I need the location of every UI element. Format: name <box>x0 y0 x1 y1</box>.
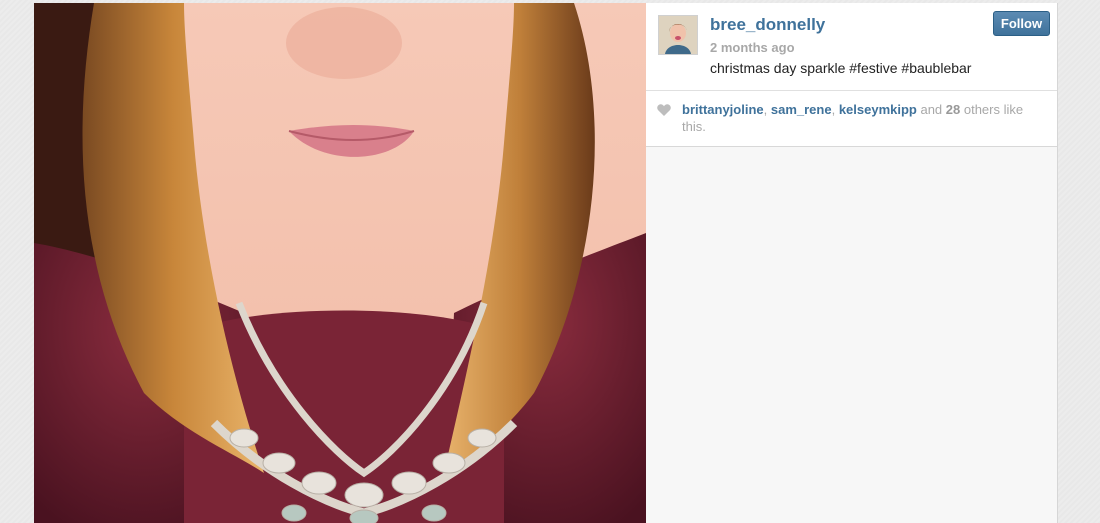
username-link[interactable]: bree_donnelly <box>710 15 825 35</box>
liker-link[interactable]: sam_rene <box>771 102 832 117</box>
post-caption: christmas day sparkle #festive #baubleba… <box>710 60 972 76</box>
page: bree_donnelly 2 months ago christmas day… <box>0 0 1100 523</box>
liker-separator: , <box>831 102 839 117</box>
heart-icon[interactable] <box>657 104 671 116</box>
avatar-image <box>659 16 697 54</box>
liker-link[interactable]: brittanyjoline <box>682 102 764 117</box>
liker-separator: , <box>763 102 771 117</box>
avatar[interactable] <box>658 15 698 55</box>
post-photo[interactable] <box>34 3 646 523</box>
likes-and-text: and <box>916 102 946 117</box>
photo-image <box>34 3 646 523</box>
follow-button[interactable]: Follow <box>993 11 1050 36</box>
others-count[interactable]: 28 <box>946 102 960 117</box>
post-details-panel: bree_donnelly 2 months ago christmas day… <box>646 3 1058 523</box>
liker-link[interactable]: kelseymkipp <box>839 102 917 117</box>
post-timestamp[interactable]: 2 months ago <box>710 40 795 55</box>
post-header: bree_donnelly 2 months ago christmas day… <box>646 3 1057 91</box>
likes-section: brittanyjoline, sam_rene, kelseymkipp an… <box>646 91 1057 147</box>
